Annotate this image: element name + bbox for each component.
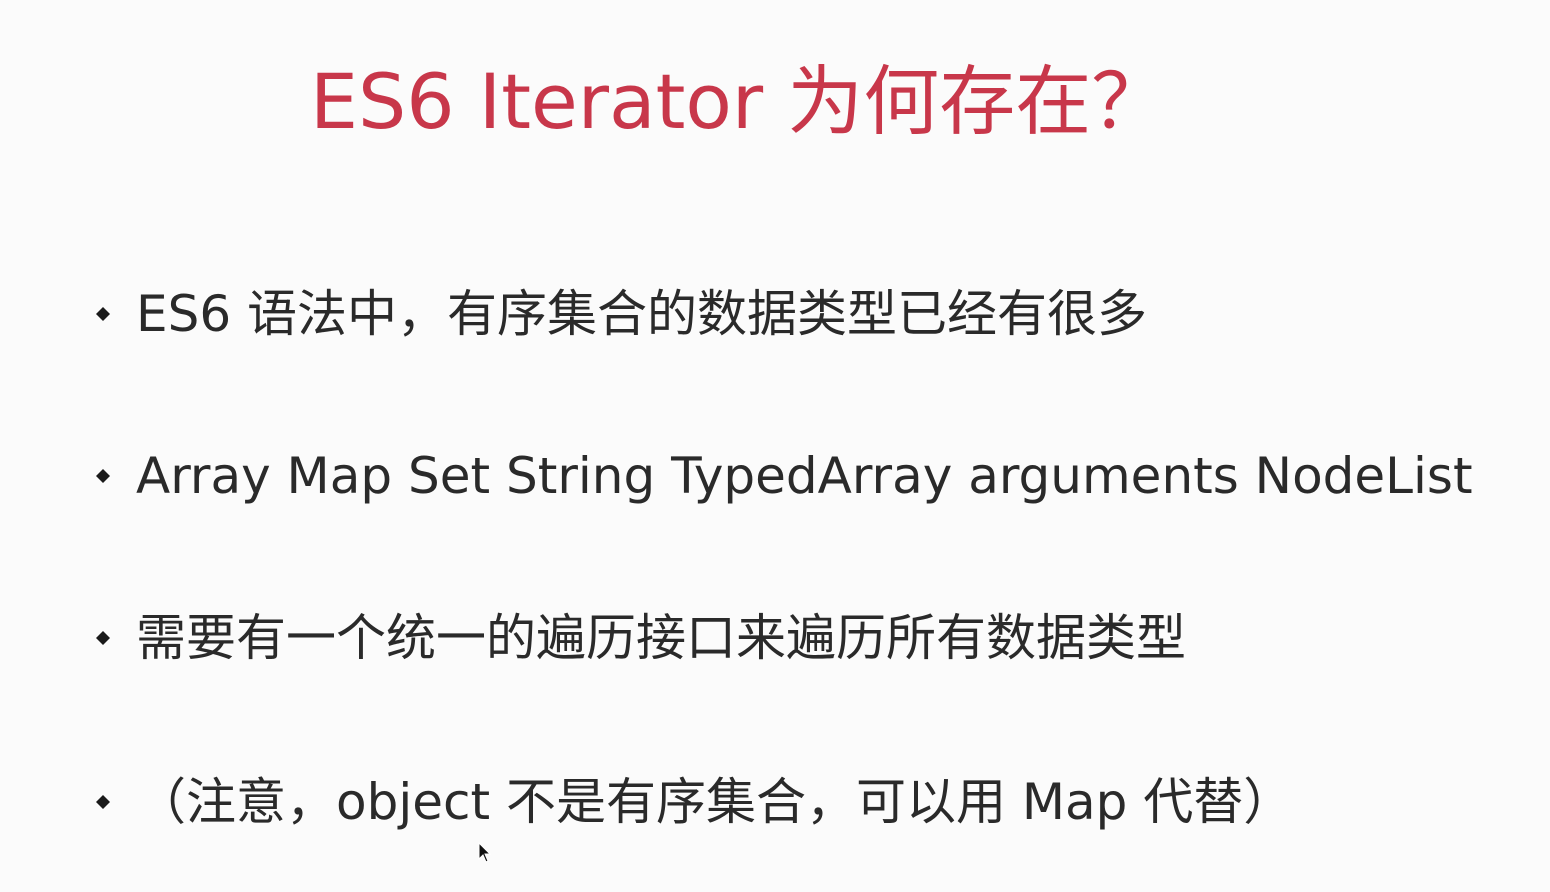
bullet-text: （注意，object 不是有序集合，可以用 Map 代替） [136,773,1294,831]
bullet-text: Array Map Set String TypedArray argument… [136,447,1473,505]
mouse-pointer-icon [478,841,492,864]
diamond-bullet-icon [96,795,110,809]
bullet-text: ES6 语法中，有序集合的数据类型已经有很多 [136,285,1148,343]
diamond-bullet-icon [96,307,110,321]
slide: ES6 Iterator 为何存在？ ES6 语法中，有序集合的数据类型已经有很… [0,0,1550,892]
bullet-item: ES6 语法中，有序集合的数据类型已经有很多 [96,282,1147,346]
bullet-item: Array Map Set String TypedArray argument… [96,444,1473,508]
bullet-item: 需要有一个统一的遍历接口来遍历所有数据类型 [96,606,1186,670]
diamond-bullet-icon [96,469,110,483]
bullet-text: 需要有一个统一的遍历接口来遍历所有数据类型 [136,609,1186,667]
slide-title: ES6 Iterator 为何存在？ [310,57,1168,146]
bullet-item: （注意，object 不是有序集合，可以用 Map 代替） [96,770,1293,834]
diamond-bullet-icon [96,631,110,645]
